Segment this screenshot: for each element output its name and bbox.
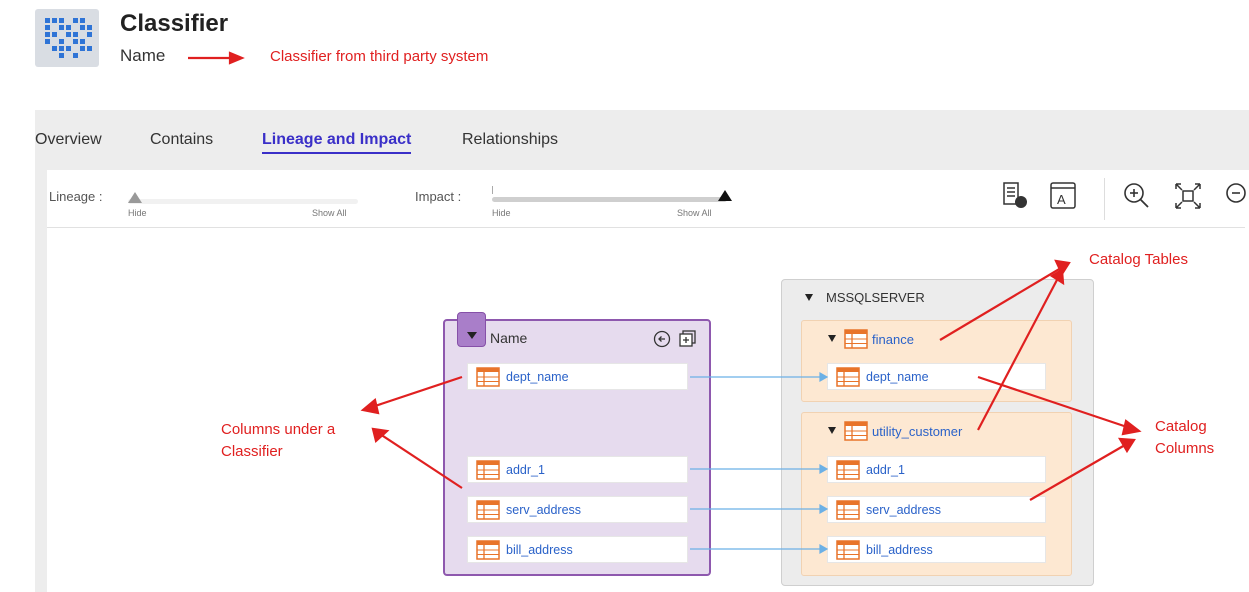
lineage-connectors [690, 371, 829, 555]
annotation-columns-under-line2: Classifier [221, 443, 283, 460]
annotation-columns-under-line1: Columns under a [221, 421, 336, 438]
annotation-catalog-tables: Catalog Tables [1089, 251, 1188, 268]
annotation-catalog-columns-line1: Catalog [1155, 418, 1207, 435]
diagram-overlay [188, 51, 1142, 555]
annotation-catalog-columns-line2: Columns [1155, 440, 1215, 457]
